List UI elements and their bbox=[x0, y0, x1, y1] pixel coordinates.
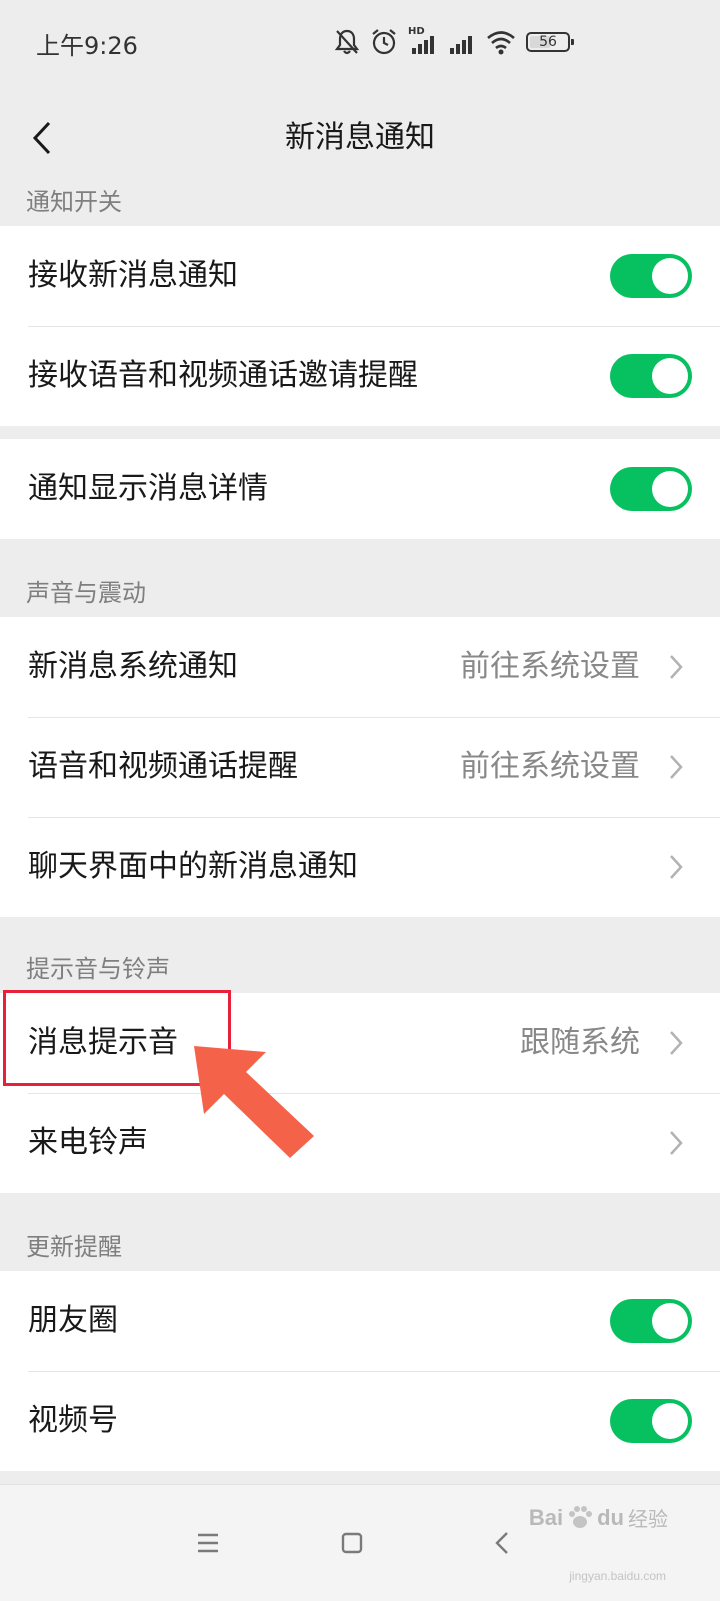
setting-value: 跟随系统 bbox=[520, 1025, 640, 1060]
home-square-icon bbox=[341, 1532, 363, 1554]
section-header-sound: 声音与震动 bbox=[26, 579, 146, 607]
setting-label: 朋友圈 bbox=[28, 1303, 118, 1338]
battery-icon: 56 bbox=[526, 32, 574, 52]
setting-label: 语音和视频通话提醒 bbox=[28, 749, 298, 784]
toggle-switch[interactable] bbox=[610, 254, 692, 298]
page-title: 新消息通知 bbox=[285, 120, 435, 155]
toggle-knob bbox=[652, 471, 688, 507]
menu-icon bbox=[198, 1533, 218, 1553]
setting-label: 接收语音和视频通话邀请提醒 bbox=[28, 358, 418, 393]
section-header-updates: 更新提醒 bbox=[26, 1233, 122, 1261]
menu-button[interactable] bbox=[180, 1515, 236, 1571]
chevron-right-icon bbox=[670, 855, 683, 879]
section-header-ringtone: 提示音与铃声 bbox=[26, 955, 170, 983]
setting-row-moments[interactable]: 朋友圈 bbox=[0, 1271, 720, 1371]
setting-row-call-reminder[interactable]: 语音和视频通话提醒 前往系统设置 bbox=[0, 717, 720, 817]
setting-row-call-invite-reminder[interactable]: 接收语音和视频通话邀请提醒 bbox=[0, 326, 720, 426]
toggle-knob bbox=[652, 1403, 688, 1439]
toggle-knob bbox=[652, 358, 688, 394]
watermark-suffix: 经验 bbox=[628, 1507, 668, 1531]
setting-value: 前往系统设置 bbox=[460, 649, 640, 684]
toggle-switch[interactable] bbox=[610, 1299, 692, 1343]
group-notify-switch: 接收新消息通知 接收语音和视频通话邀请提醒 bbox=[0, 226, 720, 426]
group-detail: 通知显示消息详情 bbox=[0, 439, 720, 539]
setting-value: 前往系统设置 bbox=[460, 749, 640, 784]
setting-row-ringtone[interactable]: 来电铃声 bbox=[0, 1093, 720, 1193]
group-sound: 新消息系统通知 前往系统设置 语音和视频通话提醒 前往系统设置 聊天界面中的新消… bbox=[0, 617, 720, 917]
toggle-switch[interactable] bbox=[610, 467, 692, 511]
setting-row-chat-notification[interactable]: 聊天界面中的新消息通知 bbox=[0, 817, 720, 917]
setting-row-channels[interactable]: 视频号 bbox=[0, 1371, 720, 1471]
watermark-brand: Bai bbox=[528, 1504, 564, 1530]
status-time: 上午9:26 bbox=[36, 32, 138, 60]
setting-label: 视频号 bbox=[28, 1403, 118, 1438]
toggle-switch[interactable] bbox=[610, 354, 692, 398]
group-updates: 朋友圈 视频号 bbox=[0, 1271, 720, 1471]
setting-label: 来电铃声 bbox=[28, 1125, 148, 1160]
wifi-icon bbox=[486, 28, 516, 56]
chevron-right-icon bbox=[670, 655, 683, 679]
home-button[interactable] bbox=[324, 1515, 380, 1571]
chevron-right-icon bbox=[670, 1031, 683, 1055]
baidu-watermark: Bai du 经验 bbox=[529, 1503, 668, 1532]
setting-label: 新消息系统通知 bbox=[28, 649, 238, 684]
paw-logo-icon bbox=[569, 1505, 593, 1528]
chevron-right-icon bbox=[670, 1131, 683, 1155]
back-triangle-icon bbox=[495, 1532, 508, 1554]
system-back-button[interactable] bbox=[474, 1515, 530, 1571]
alarm-icon bbox=[370, 28, 398, 56]
nav-bar: 新消息通知 bbox=[0, 84, 720, 192]
setting-row-receive-new-message[interactable]: 接收新消息通知 bbox=[0, 226, 720, 326]
hd-badge: HD bbox=[408, 26, 425, 37]
status-bar: 上午9:26 HD 56 bbox=[0, 0, 720, 84]
section-header-notify-switch: 通知开关 bbox=[26, 188, 122, 216]
watermark-url: jingyan.baidu.com bbox=[569, 1569, 666, 1583]
toggle-knob bbox=[652, 1303, 688, 1339]
setting-row-show-message-detail[interactable]: 通知显示消息详情 bbox=[0, 439, 720, 539]
system-nav-bar: Bai du 经验 jingyan.baidu.com bbox=[0, 1484, 720, 1601]
signal-icon bbox=[448, 28, 476, 56]
toggle-knob bbox=[652, 258, 688, 294]
chevron-right-icon bbox=[670, 755, 683, 779]
toggle-switch[interactable] bbox=[610, 1399, 692, 1443]
battery-tip bbox=[571, 39, 574, 45]
setting-label: 接收新消息通知 bbox=[28, 258, 238, 293]
battery-level: 56 bbox=[539, 34, 557, 50]
setting-row-system-notification[interactable]: 新消息系统通知 前往系统设置 bbox=[0, 617, 720, 717]
status-icons: HD 56 bbox=[334, 24, 574, 60]
watermark-brand-tail: du bbox=[597, 1504, 624, 1530]
setting-label: 聊天界面中的新消息通知 bbox=[28, 849, 358, 884]
hd-signal-icon: HD bbox=[408, 26, 438, 56]
arrow-pointer-icon bbox=[194, 1046, 314, 1158]
mute-bell-icon bbox=[334, 28, 360, 56]
setting-label: 通知显示消息详情 bbox=[28, 471, 268, 506]
